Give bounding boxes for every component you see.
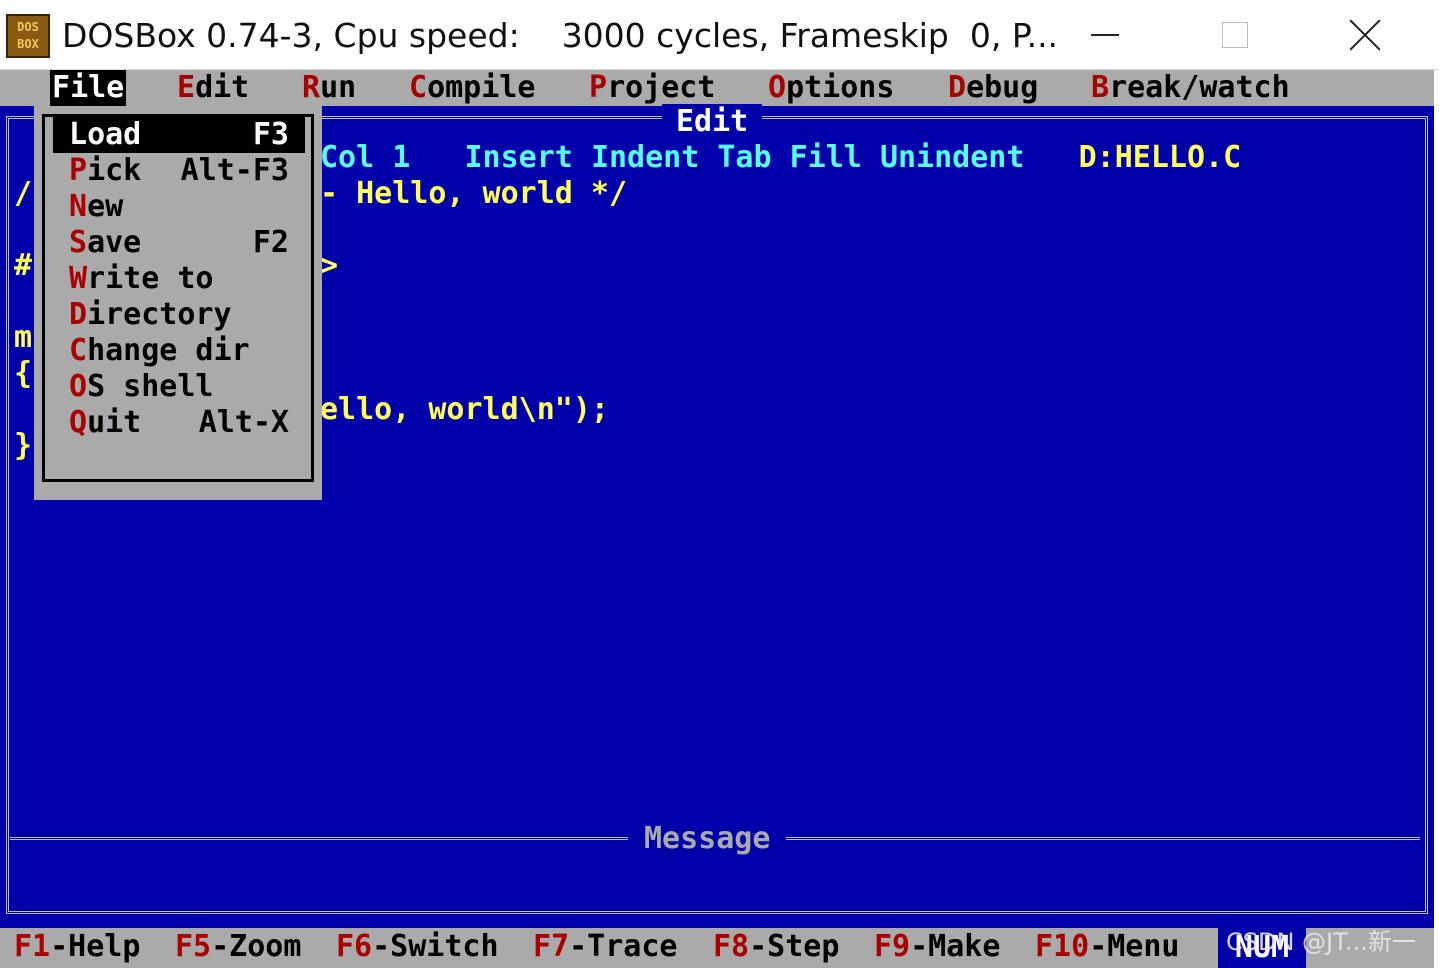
dos-screen[interactable]: File Edit Run Compile Project Options De… [0, 70, 1434, 968]
file-menu-quit[interactable]: Quit Alt-X [53, 405, 305, 441]
window-titlebar[interactable]: DOS BOX DOSBox 0.74-3, Cpu speed: 3000 c… [0, 0, 1439, 70]
shortcut-label: Alt-F3 [180, 153, 289, 188]
status-insert: Insert [464, 140, 573, 175]
close-icon [1349, 19, 1381, 51]
app-icon-line2: BOX [17, 37, 39, 51]
status-filename: D:HELLO.C [1078, 140, 1242, 175]
maximize-button[interactable] [1170, 0, 1300, 70]
fkey-trace[interactable]: F7-Trace [533, 928, 678, 968]
menu-options[interactable]: Options [766, 70, 896, 106]
close-button[interactable] [1300, 0, 1430, 70]
file-menu-write-to[interactable]: Write to [53, 261, 305, 297]
fkey-step[interactable]: F8-Step [713, 928, 839, 968]
editor-status-line: Col 1 Insert Indent Tab Fill Unindent D:… [320, 140, 1241, 176]
status-col: Col 1 [320, 140, 411, 175]
file-menu-save[interactable]: Save F2 [53, 225, 305, 261]
edit-window-title: Edit [662, 104, 763, 140]
code-line: # > [14, 248, 339, 283]
fkey-menu[interactable]: F10-Menu [1035, 928, 1180, 968]
minimize-button[interactable] [1040, 0, 1170, 70]
maximize-icon [1222, 22, 1248, 48]
code-line: m [14, 320, 33, 355]
shortcut-label: F2 [252, 225, 289, 260]
menu-compile[interactable]: Compile [407, 70, 537, 106]
file-menu-change-dir[interactable]: Change dir [53, 333, 305, 369]
fkey-switch[interactable]: F6-Switch [336, 928, 499, 968]
fkey-make[interactable]: F9-Make [874, 928, 1000, 968]
main-menubar: File Edit Run Compile Project Options De… [0, 70, 1434, 106]
menu-break-watch[interactable]: Break/watch [1089, 70, 1292, 106]
menu-edit[interactable]: Edit [175, 70, 251, 106]
file-menu-new[interactable]: New [53, 189, 305, 225]
file-menu-pick[interactable]: Pick Alt-F3 [53, 153, 305, 189]
csdn-watermark: CSDN @JT...新一 [1226, 928, 1416, 956]
file-menu-load[interactable]: Load F3 [53, 117, 305, 153]
status-unindent: Unindent [879, 140, 1025, 175]
function-key-bar: F1-Help F5-Zoom F6-Switch F7-Trace F8-St… [0, 928, 1434, 968]
menu-project[interactable]: Project [587, 70, 717, 106]
menu-run[interactable]: Run [300, 70, 358, 106]
minimize-icon [1091, 34, 1119, 36]
file-menu-directory[interactable]: Directory [53, 297, 305, 333]
status-indent: Indent [590, 140, 700, 175]
window-title: DOSBox 0.74-3, Cpu speed: 3000 cycles, F… [62, 16, 1059, 55]
fkey-help[interactable]: F1-Help [14, 928, 140, 968]
file-menu-os-shell[interactable]: OS shell [53, 369, 305, 405]
file-dropdown-menu: Load F3 Pick Alt-F3 New Save F2 Write to Di… [42, 114, 314, 482]
code-line: { [14, 356, 33, 391]
code-line: / - Hello, world */ [14, 176, 628, 211]
shortcut-label: F3 [252, 117, 289, 152]
app-icon-line1: DOS [17, 20, 39, 34]
fkey-zoom[interactable]: F5-Zoom [175, 928, 301, 968]
dosbox-app-icon: DOS BOX [6, 14, 50, 58]
menu-debug[interactable]: Debug [946, 70, 1040, 106]
message-pane-title: Message [628, 821, 787, 857]
code-line: } [14, 428, 33, 463]
menu-file[interactable]: File [50, 70, 127, 106]
status-fill: Fill [789, 140, 862, 175]
shortcut-label: Alt-X [198, 405, 289, 440]
status-tab: Tab [717, 140, 772, 175]
